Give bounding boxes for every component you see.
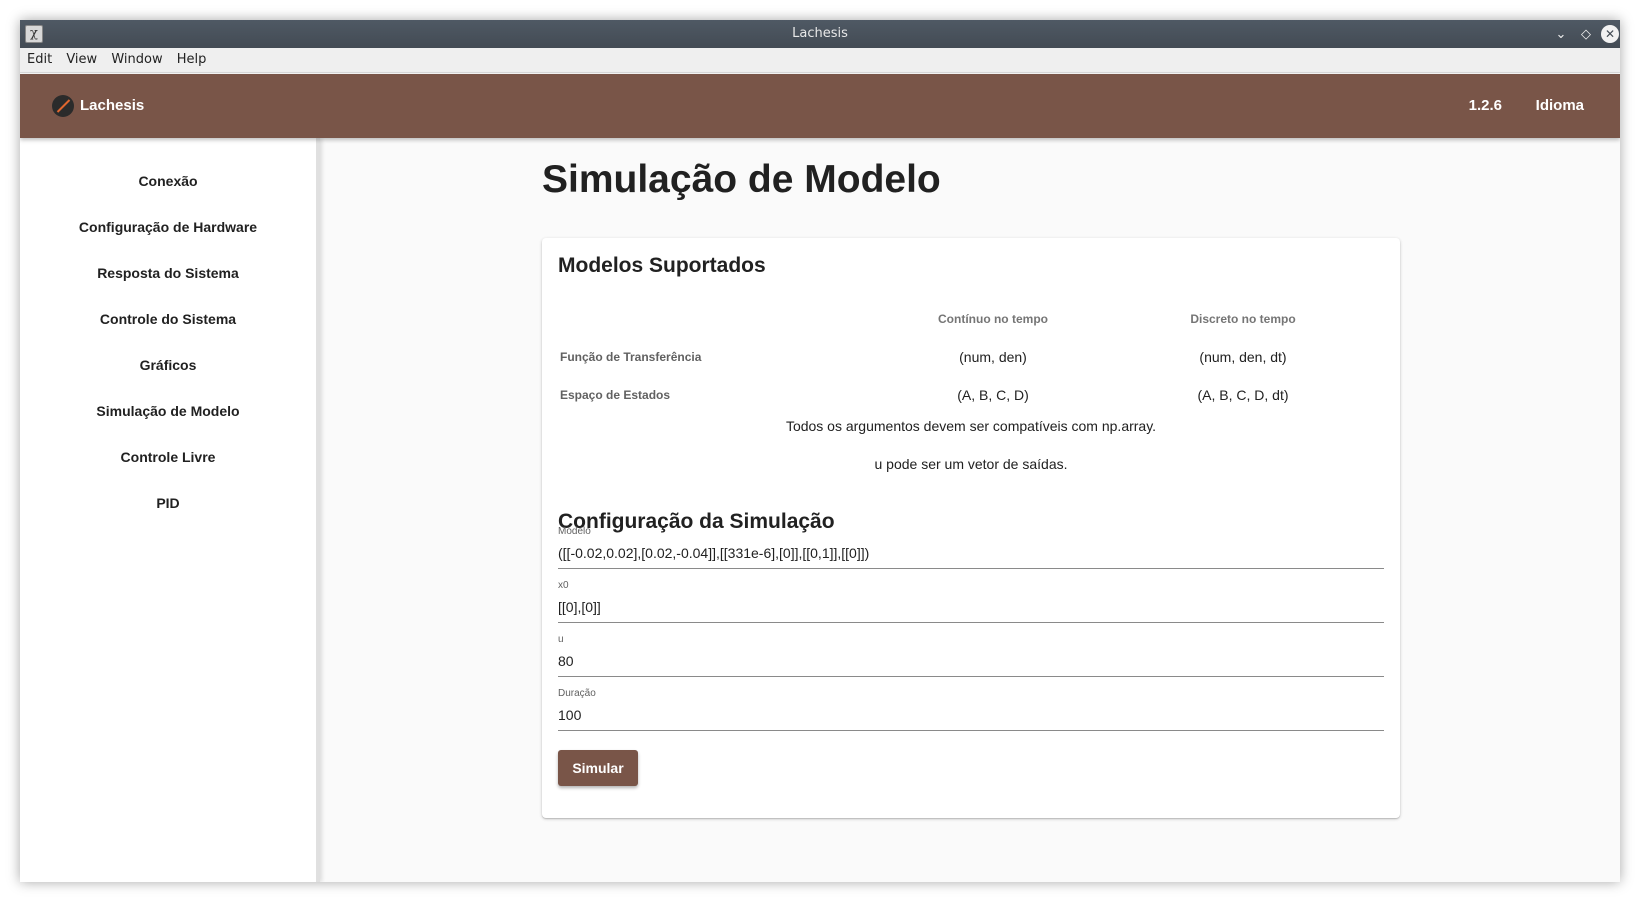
table-cell: (num, den) xyxy=(959,349,1027,365)
maximize-icon[interactable]: ◇ xyxy=(1577,25,1595,43)
sidebar-item-resposta-sistema[interactable]: Resposta do Sistema xyxy=(20,253,316,293)
row-label: Função de Transferência xyxy=(560,350,702,364)
sidebar-item-pid[interactable]: PID xyxy=(20,483,316,523)
sidebar-item-controle-livre[interactable]: Controle Livre xyxy=(20,437,316,477)
model-input[interactable] xyxy=(558,541,1384,565)
table-row: Função de Transferência (num, den) (num,… xyxy=(558,338,1384,376)
app-bar: Lachesis 1.2.6 Idioma xyxy=(20,74,1620,138)
app-version: 1.2.6 xyxy=(1468,97,1502,114)
sidebar: Conexão Configuração de Hardware Respost… xyxy=(20,138,320,882)
table-cell: (A, B, C, D, dt) xyxy=(1197,387,1289,403)
sidebar-item-graficos[interactable]: Gráficos xyxy=(20,345,316,385)
menu-bar: Edit View Window Help xyxy=(20,48,1620,73)
simulation-card: Modelos Suportados Contínuo no tempo Dis… xyxy=(542,238,1400,818)
note-u-vector: u pode ser um vetor de saídas. xyxy=(874,456,1068,472)
close-icon[interactable]: ✕ xyxy=(1601,25,1619,43)
u-field-label: u xyxy=(558,634,564,645)
duration-field-label: Duração xyxy=(558,688,596,699)
table-row: Espaço de Estados (A, B, C, D) (A, B, C,… xyxy=(558,376,1384,414)
menu-help[interactable]: Help xyxy=(172,48,212,72)
model-field: Modelo xyxy=(558,525,1384,569)
window-title: Lachesis xyxy=(792,26,848,41)
menu-view[interactable]: View xyxy=(61,48,102,72)
table-cell: (A, B, C, D) xyxy=(957,387,1029,403)
app-brand: Lachesis xyxy=(80,97,145,114)
u-input[interactable] xyxy=(558,649,1384,673)
x0-field: x0 xyxy=(558,579,1384,623)
column-header-discrete: Discreto no tempo xyxy=(1190,312,1296,326)
lachesis-logo-icon xyxy=(52,95,74,117)
row-label: Espaço de Estados xyxy=(560,388,671,402)
table-cell: (num, den, dt) xyxy=(1199,349,1287,365)
minimize-icon[interactable]: ⌄ xyxy=(1552,25,1570,43)
sidebar-item-controle-sistema[interactable]: Controle do Sistema xyxy=(20,299,316,339)
language-button[interactable]: Idioma xyxy=(1536,96,1584,116)
menu-window[interactable]: Window xyxy=(106,48,167,72)
duration-input[interactable] xyxy=(558,703,1384,727)
app-window: χ Lachesis ⌄ ◇ ✕ Edit View Window Help L… xyxy=(20,20,1620,882)
model-field-label: Modelo xyxy=(558,526,591,537)
menu-edit[interactable]: Edit xyxy=(22,48,57,72)
x0-input[interactable] xyxy=(558,595,1384,619)
note-np-array: Todos os argumentos devem ser compatívei… xyxy=(785,418,1157,434)
duration-field: Duração xyxy=(558,687,1384,731)
title-bar[interactable]: χ Lachesis ⌄ ◇ ✕ xyxy=(20,20,1620,48)
x0-field-label: x0 xyxy=(558,580,569,591)
sidebar-item-configuracao-hardware[interactable]: Configuração de Hardware xyxy=(20,207,316,247)
sidebar-item-simulacao-modelo[interactable]: Simulação de Modelo xyxy=(20,391,316,431)
u-field: u xyxy=(558,633,1384,677)
table-header-row: Contínuo no tempo Discreto no tempo xyxy=(558,300,1384,338)
page-title: Simulação de Modelo xyxy=(542,158,941,201)
column-header-continuous: Contínuo no tempo xyxy=(938,312,1048,326)
sidebar-item-conexao[interactable]: Conexão xyxy=(20,161,316,201)
simulate-button[interactable]: Simular xyxy=(558,750,638,786)
supported-models-heading: Modelos Suportados xyxy=(558,254,766,277)
